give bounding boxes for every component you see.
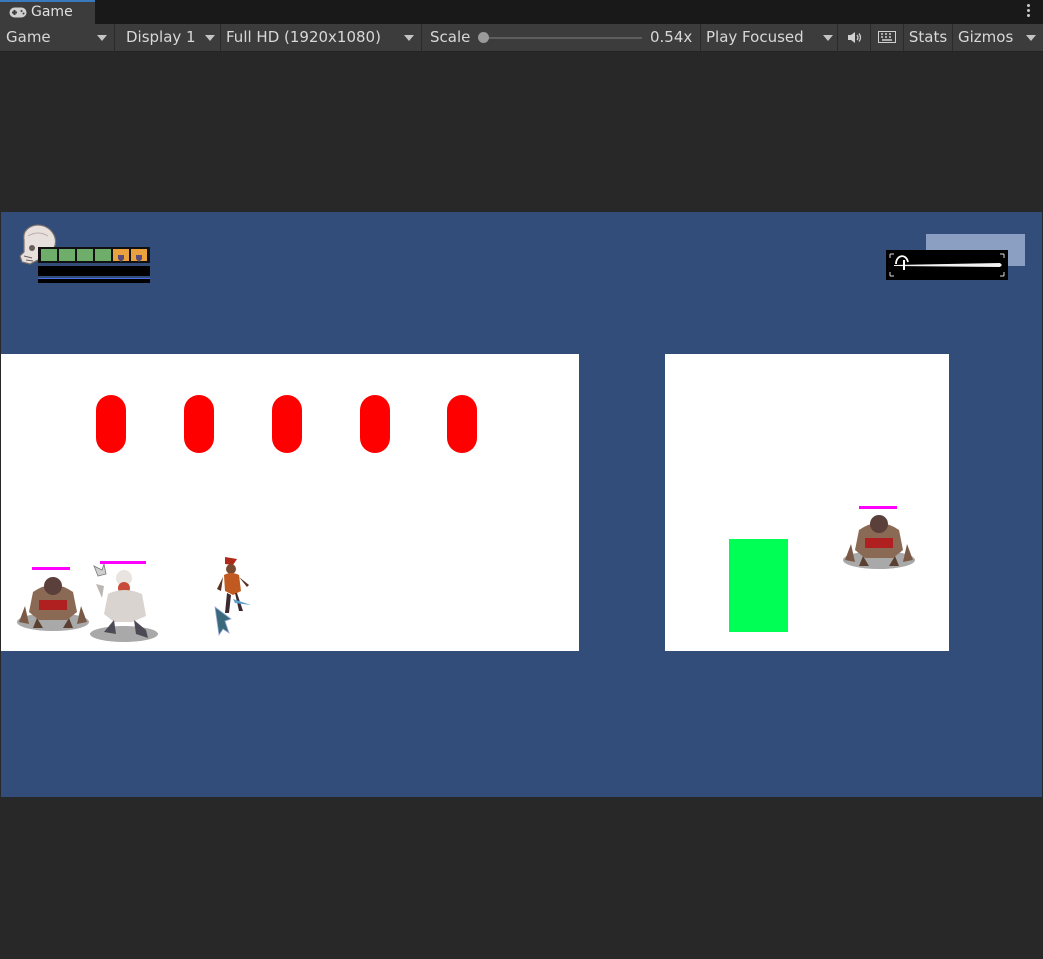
shield-crest-icon	[136, 255, 142, 262]
tab-game[interactable]: Game	[0, 0, 95, 24]
hazard-block	[360, 395, 390, 453]
shield-cell	[113, 249, 129, 262]
speaker-icon	[848, 32, 862, 43]
hazard-block	[272, 395, 302, 453]
weapon-slot	[886, 250, 1008, 280]
enemy-health-bar	[859, 506, 897, 509]
scale-label: Scale	[430, 28, 471, 46]
shield-cell	[131, 249, 147, 262]
exit-door	[729, 539, 788, 632]
view-mode-dropdown[interactable]: Game	[0, 24, 115, 51]
health-cell	[41, 249, 57, 261]
kebab-menu-icon[interactable]	[1027, 4, 1031, 20]
play-mode-dropdown[interactable]: Play Focused	[701, 24, 838, 51]
gamepad-icon	[9, 7, 27, 18]
keyboard-shortcuts-button[interactable]	[871, 24, 904, 51]
shield-crest-icon	[118, 255, 124, 262]
scale-slider-track[interactable]	[485, 37, 642, 39]
scale-slider-handle[interactable]	[478, 32, 489, 43]
chevron-down-icon	[97, 35, 107, 41]
play-mode-label: Play Focused	[706, 28, 804, 46]
health-cell	[95, 249, 111, 261]
resolution-label: Full HD (1920x1080)	[226, 28, 381, 46]
player-health-bar	[38, 247, 150, 263]
stats-button[interactable]: Stats	[904, 24, 953, 51]
display-label: Display 1	[126, 28, 196, 46]
chevron-down-icon	[823, 35, 833, 41]
game-viewport[interactable]	[1, 212, 1042, 797]
player-mana-bar	[38, 278, 150, 283]
scale-value: 0.54x	[650, 24, 701, 51]
gizmos-button[interactable]: Gizmos	[958, 24, 1013, 51]
room-right	[665, 354, 949, 651]
tab-label: Game	[31, 4, 73, 20]
display-dropdown[interactable]: Display 1	[118, 24, 221, 51]
mute-audio-button[interactable]	[838, 24, 871, 51]
player-energy-bar	[38, 266, 150, 276]
brute-enemy-sprite	[843, 515, 915, 569]
hazard-block	[447, 395, 477, 453]
health-cell	[59, 249, 75, 261]
enemy-health-bar	[32, 567, 70, 570]
butcher-enemy-sprite	[90, 564, 158, 642]
keyboard-icon	[878, 31, 896, 43]
sword-icon	[889, 253, 1005, 277]
hazard-block	[184, 395, 214, 453]
view-mode-label: Game	[6, 28, 51, 46]
resolution-dropdown[interactable]: Full HD (1920x1080)	[221, 24, 422, 51]
health-cell	[77, 249, 93, 261]
window-tab-bar: Game	[0, 0, 1043, 24]
chevron-down-icon	[205, 35, 215, 41]
hazard-block	[96, 395, 126, 453]
chevron-down-icon	[404, 35, 414, 41]
gizmos-dropdown-chevron-icon[interactable]	[1026, 35, 1036, 41]
brute-enemy-sprite	[17, 577, 89, 631]
player-character-sprite	[214, 557, 251, 637]
